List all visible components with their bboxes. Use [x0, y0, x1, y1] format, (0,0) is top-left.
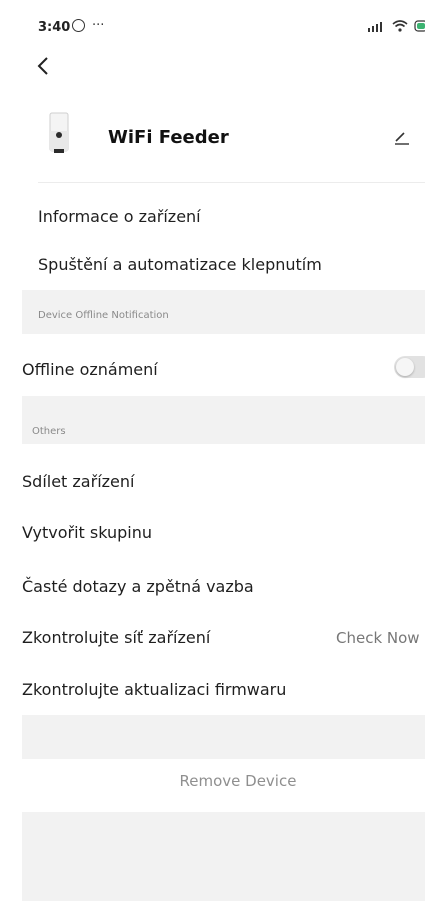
share-device-item[interactable]: Sdílet zařízení [22, 472, 134, 491]
tap-to-run-item[interactable]: Spuštění a automatizace klepnutím [38, 255, 322, 274]
status-bar: 3:40 ··· [0, 0, 425, 44]
spacer-band [22, 715, 425, 759]
create-group-item[interactable]: Vytvořit skupinu [22, 523, 152, 542]
check-firmware-item[interactable]: Zkontrolujte aktualizaci firmwaru [22, 680, 286, 699]
toggle-knob [396, 358, 414, 376]
check-network-item[interactable]: Zkontrolujte síť zařízení [22, 628, 210, 647]
status-more-dots: ··· [92, 18, 105, 33]
faq-feedback-item[interactable]: Časté dotazy a zpětná vazba [22, 577, 254, 596]
remove-device-button[interactable]: Remove Device [0, 772, 425, 790]
offline-notification-toggle[interactable] [394, 356, 425, 378]
device-name: WiFi Feeder [108, 127, 229, 148]
battery-icon [414, 20, 425, 32]
section-label-others: Others [32, 426, 66, 437]
divider [38, 182, 425, 183]
feeder-device-icon [49, 112, 69, 153]
back-arrow-icon [37, 57, 48, 75]
back-button[interactable] [36, 54, 56, 82]
wifi-icon [392, 20, 408, 32]
signal-icon [368, 22, 382, 32]
app-notification-icon [72, 19, 85, 32]
device-info-item[interactable]: Informace o zařízení [38, 207, 201, 226]
edit-pencil-icon[interactable] [394, 129, 410, 145]
check-now-button[interactable]: Check Now [336, 629, 420, 647]
bottom-band [22, 812, 425, 901]
others-section-header: Others [22, 396, 425, 444]
status-time: 3:40 [38, 20, 71, 35]
status-icons [368, 20, 425, 32]
offline-section-header: Device Offline Notification [22, 290, 425, 334]
device-header[interactable]: WiFi Feeder [38, 105, 425, 177]
section-label-offline: Device Offline Notification [38, 310, 169, 321]
offline-notification-item: Offline oznámení [22, 360, 158, 379]
